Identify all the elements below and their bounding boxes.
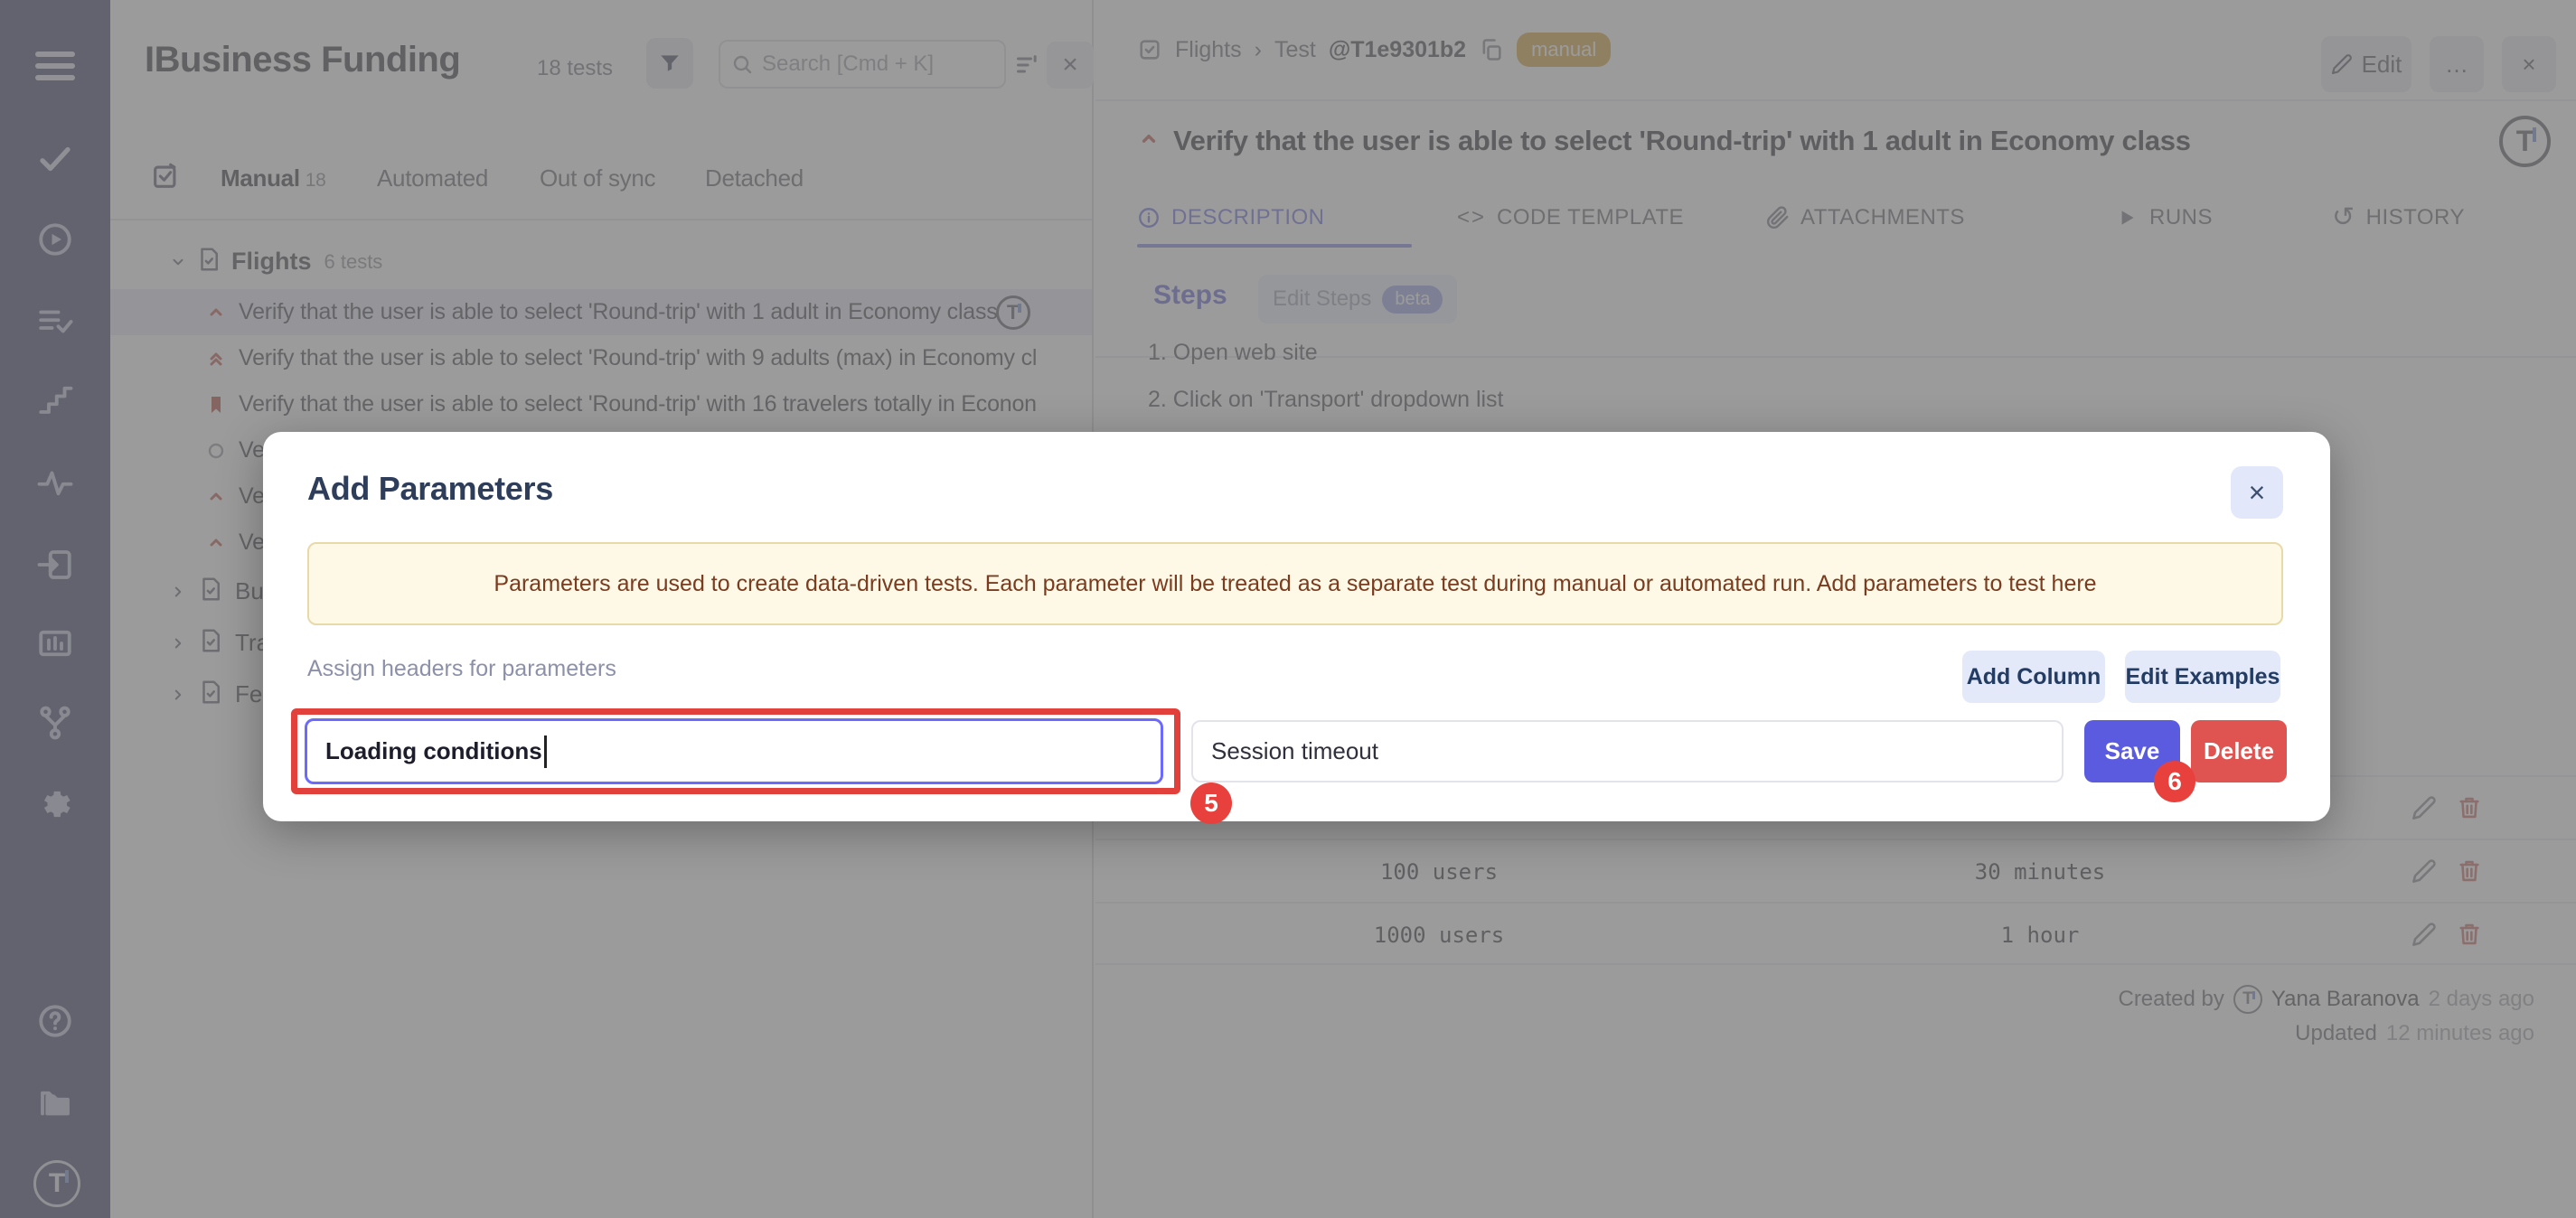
add-column-button[interactable]: Add Column (1962, 651, 2105, 703)
parameter-name-input-2[interactable]: Session timeout (1191, 720, 2064, 782)
edit-examples-button[interactable]: Edit Examples (2125, 651, 2280, 703)
info-banner-text: Parameters are used to create data-drive… (494, 571, 2096, 597)
assign-headers-label: Assign headers for parameters (307, 656, 616, 682)
parameter-2-value: Session timeout (1211, 737, 1378, 765)
delete-button[interactable]: Delete (2191, 720, 2287, 782)
app-root: T IBusiness Funding 18 tests × Manual18 … (0, 0, 2576, 1218)
annotation-step-5-badge: 5 (1190, 782, 1232, 824)
annotation-highlight-box (291, 708, 1180, 794)
info-banner: Parameters are used to create data-drive… (307, 542, 2283, 625)
modal-title: Add Parameters (307, 470, 553, 508)
modal-close-button[interactable]: × (2231, 466, 2283, 519)
annotation-step-6-badge: 6 (2154, 761, 2195, 802)
